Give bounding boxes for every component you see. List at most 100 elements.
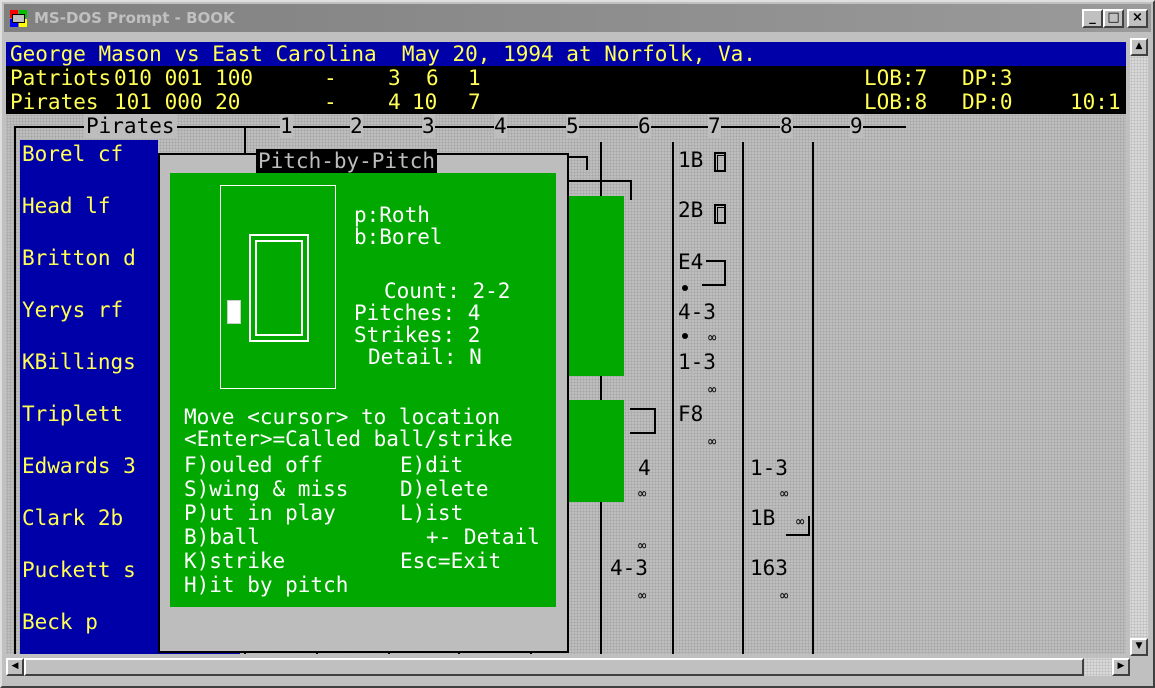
ms-dos-icon [10, 10, 27, 27]
title-bar[interactable]: MS-DOS Prompt - BOOK _ □ × [4, 4, 1151, 32]
out-dot [682, 333, 688, 339]
basepath-line [654, 408, 656, 434]
box-line [566, 156, 588, 158]
column-divider [742, 142, 744, 654]
vertical-scrollbar[interactable]: ▲ ▼ [1130, 38, 1148, 656]
home-dp: DP:0 [962, 90, 1013, 114]
basepath-line [786, 534, 810, 536]
highlight-block [566, 196, 624, 376]
strike-zone [249, 234, 309, 342]
visitor-dp: DP:3 [962, 66, 1013, 90]
exit-command[interactable]: Esc=Exit [400, 549, 501, 573]
strikes-label: Strikes: 2 [354, 323, 481, 347]
out-marker: ∞ [780, 588, 789, 604]
out-marker: ∞ [708, 330, 717, 346]
pitch-by-pitch-dialog: Pitch-by-Pitch p:Roth b:Borel Count: 2-2… [158, 149, 569, 653]
fouled-off-command[interactable]: F)ouled off [184, 453, 323, 477]
highlight-block [566, 400, 624, 502]
minimize-button[interactable]: _ [1082, 9, 1103, 28]
out-dot [682, 285, 688, 291]
inning-header-1: 1 [280, 114, 293, 138]
visitor-team: Patriots [10, 66, 112, 90]
home-runs: 4 [388, 90, 401, 114]
home-innings: 101 000 20 [114, 90, 241, 114]
dialog-title: Pitch-by-Pitch [256, 149, 438, 173]
inning-header-7: 7 [708, 114, 721, 138]
player-row-2[interactable]: Head lf [22, 194, 111, 218]
resize-corner[interactable] [1130, 658, 1148, 676]
play-cell[interactable]: 1-3 [750, 456, 788, 480]
play-cell[interactable]: 163 [750, 556, 788, 580]
scroll-left-icon[interactable]: ◀ [6, 658, 24, 676]
strike-command[interactable]: K)strike [184, 549, 285, 573]
play-cell[interactable]: E4 [678, 250, 703, 274]
inning-header-3: 3 [422, 114, 435, 138]
play-cell[interactable]: 2B [678, 198, 703, 222]
player-row-5[interactable]: KBillings [22, 350, 136, 374]
edit-command[interactable]: E)dit [400, 453, 463, 477]
roster-left-border [14, 126, 16, 654]
column-divider [672, 142, 674, 654]
put-in-play-command[interactable]: P)ut in play [184, 501, 336, 525]
batting-order: Borel cf Head lf Britton d Yerys rf KBil… [20, 140, 158, 654]
detail-command[interactable]: +- Detail [426, 525, 540, 549]
hit-by-pitch-command[interactable]: H)it by pitch [184, 573, 348, 597]
pitches-label: Pitches: 4 [354, 301, 481, 325]
player-row-6[interactable]: Triplett [22, 402, 123, 426]
home-hits: 10 [412, 90, 438, 114]
out-marker: ∞ [796, 514, 805, 530]
pitch-location-zone[interactable] [220, 185, 336, 389]
player-row-1[interactable]: Borel cf [22, 142, 123, 166]
home-team: Pirates [10, 90, 99, 114]
play-cell[interactable]: 1-3 [678, 350, 716, 374]
swing-miss-command[interactable]: S)wing & miss [184, 477, 348, 501]
scroll-up-icon[interactable]: ▲ [1130, 38, 1148, 56]
out-marker: ∞ [708, 382, 717, 398]
box-line [586, 156, 588, 170]
player-row-3[interactable]: Britton d [22, 246, 136, 270]
play-cell[interactable]: 4-3 [678, 300, 716, 324]
player-row-4[interactable]: Yerys rf [22, 298, 123, 322]
play-cell[interactable]: 4 [638, 456, 651, 480]
player-row-10[interactable]: Beck p [22, 610, 98, 634]
home-lob: LOB:8 [864, 90, 928, 114]
out-marker: ∞ [708, 434, 717, 450]
ms-dos-window: MS-DOS Prompt - BOOK _ □ × George Mason … [0, 0, 1155, 688]
visitor-errors: 1 [468, 66, 481, 90]
horizontal-scrollbar[interactable]: ◀ ▶ [6, 658, 1130, 676]
visitor-lob: LOB:7 [864, 66, 928, 90]
scroll-down-icon[interactable]: ▼ [1130, 638, 1148, 656]
out-marker: ∞ [638, 486, 647, 502]
player-row-7[interactable]: Edwards 3 [22, 454, 136, 478]
base-marker [714, 204, 726, 224]
play-cell[interactable]: F8 [678, 402, 703, 426]
location-cursor[interactable] [227, 300, 241, 324]
player-row-9[interactable]: Puckett s [22, 558, 136, 582]
batter-label: b:Borel [354, 225, 443, 249]
visitor-runs: 3 [388, 66, 401, 90]
inning-header-9: 9 [850, 114, 863, 138]
close-button[interactable]: × [1127, 9, 1148, 28]
ball-command[interactable]: B)ball [184, 525, 260, 549]
horizontal-scroll-thumb[interactable] [24, 658, 1084, 676]
play-cell[interactable]: 1B [678, 148, 703, 172]
delete-command[interactable]: D)elete [400, 477, 489, 501]
visitor-hits: 6 [426, 66, 439, 90]
inning-header-2: 2 [350, 114, 363, 138]
player-row-8[interactable]: Clark 2b [22, 506, 123, 530]
pitcher-label: p:Roth [354, 203, 430, 227]
maximize-button[interactable]: □ [1103, 9, 1124, 28]
play-cell[interactable]: 1B [750, 506, 775, 530]
out-marker: ∞ [780, 486, 789, 502]
visitor-linescore: Patriots 010 001 100 - 3 6 1 LOB:7 DP:3 [6, 66, 1126, 90]
home-dash: - [324, 90, 337, 114]
out-marker: ∞ [638, 538, 647, 554]
home-linescore: Pirates 101 000 20 - 4 10 7 LOB:8 DP:0 1… [6, 90, 1126, 114]
instruction-line: <Enter>=Called ball/strike [184, 427, 513, 451]
console-area[interactable]: George Mason vs East Carolina May 20, 19… [6, 38, 1126, 654]
play-cell[interactable]: 4-3 [610, 556, 648, 580]
scroll-right-icon[interactable]: ▶ [1112, 658, 1130, 676]
strike-zone-inner [255, 240, 303, 336]
list-command[interactable]: L)ist [400, 501, 463, 525]
basepath-line [630, 432, 656, 434]
